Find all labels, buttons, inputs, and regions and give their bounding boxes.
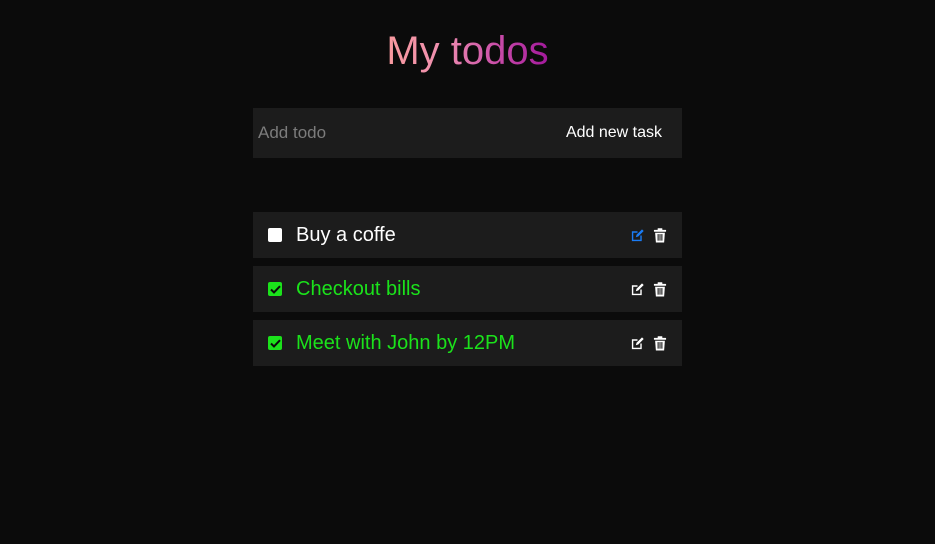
todo-actions: [629, 227, 668, 243]
todo-actions: [629, 281, 668, 297]
edit-icon[interactable]: [629, 281, 645, 297]
trash-icon[interactable]: [652, 227, 668, 243]
trash-icon[interactable]: [652, 281, 668, 297]
todo-checkbox[interactable]: [268, 336, 282, 350]
todo-text: Checkout bills: [296, 277, 421, 300]
add-new-task-button[interactable]: Add new task: [556, 108, 682, 158]
add-todo-input[interactable]: [253, 108, 556, 158]
todo-actions: [629, 335, 668, 351]
trash-icon[interactable]: [652, 335, 668, 351]
edit-icon[interactable]: [629, 227, 645, 243]
todo-item: Buy a coffe: [253, 212, 682, 258]
add-todo-form: Add new task: [253, 108, 682, 158]
todo-item: Checkout bills: [253, 266, 682, 312]
todo-text: Buy a coffe: [296, 223, 396, 246]
todo-app: My todos Add new task Buy a coffe: [0, 0, 935, 544]
todo-list: Buy a coffe Checkout bills Meet with Joh…: [253, 212, 682, 374]
todo-text: Meet with John by 12PM: [296, 331, 515, 354]
todo-checkbox[interactable]: [268, 228, 282, 242]
page-title: My todos: [386, 29, 549, 73]
todo-checkbox[interactable]: [268, 282, 282, 296]
edit-icon[interactable]: [629, 335, 645, 351]
todo-item: Meet with John by 12PM: [253, 320, 682, 366]
checkmark-icon: [269, 285, 281, 294]
checkmark-icon: [269, 339, 281, 348]
